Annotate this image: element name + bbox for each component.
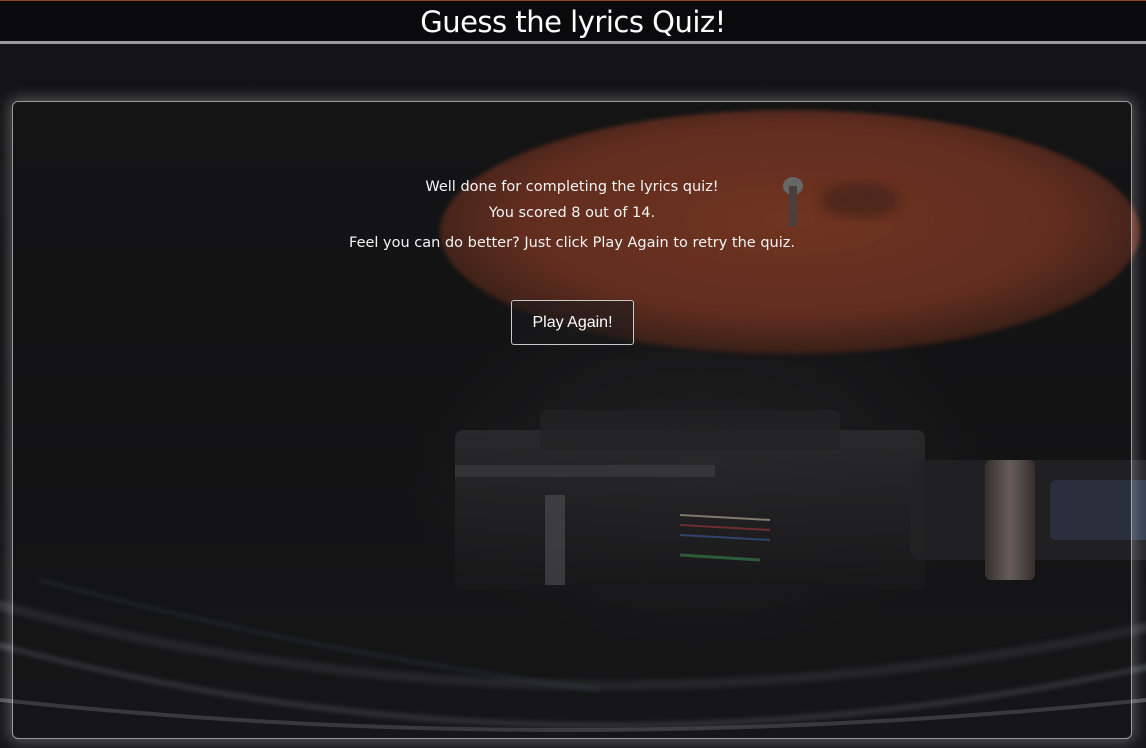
quiz-results-card: Well done for completing the lyrics quiz…	[12, 101, 1132, 739]
site-header: Guess the lyrics Quiz!	[0, 0, 1146, 44]
play-again-button[interactable]: Play Again!	[511, 300, 634, 345]
results-text: Well done for completing the lyrics quiz…	[13, 177, 1131, 253]
retry-message: Feel you can do better? Just click Play …	[349, 235, 795, 251]
page-title: Guess the lyrics Quiz!	[420, 4, 726, 39]
completion-message: Well done for completing the lyrics quiz…	[425, 179, 719, 195]
score-message: You scored 8 out of 14.	[488, 205, 656, 221]
